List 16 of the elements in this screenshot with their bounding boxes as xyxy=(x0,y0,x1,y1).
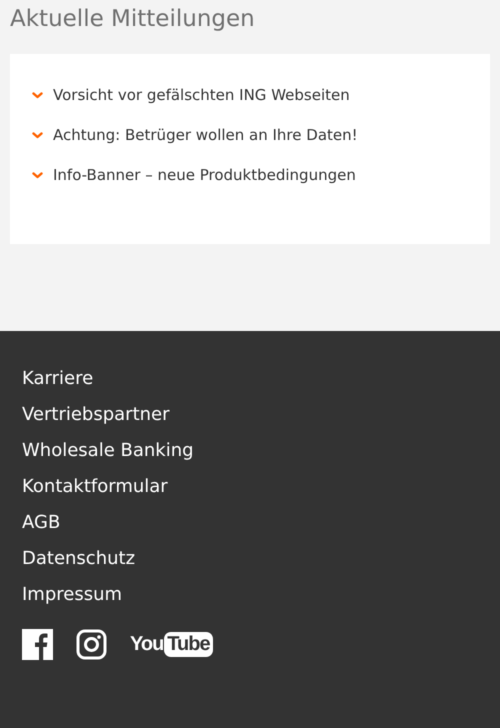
instagram-icon[interactable] xyxy=(76,629,107,660)
notice-link[interactable]: Vorsicht vor gefälschten ING Webseiten xyxy=(53,84,350,106)
footer-link[interactable]: Impressum xyxy=(22,581,122,609)
section-title: Aktuelle Mitteilungen xyxy=(10,5,256,34)
notice-link[interactable]: Achtung: Betrüger wollen an Ihre Daten! xyxy=(53,124,358,146)
footer-link[interactable]: Wholesale Banking xyxy=(22,437,194,465)
notice-link[interactable]: Info-Banner – neue Produktbedingungen xyxy=(53,164,356,186)
footer-link[interactable]: AGB xyxy=(22,509,60,537)
facebook-icon[interactable] xyxy=(22,629,53,660)
footer-link[interactable]: Vertriebspartner xyxy=(22,401,170,429)
footer-link[interactable]: Kontaktformular xyxy=(22,473,168,501)
chevron-icon xyxy=(32,132,43,138)
chevron-icon xyxy=(32,92,43,98)
footer-link[interactable]: Datenschutz xyxy=(22,545,136,573)
chevron-icon xyxy=(32,172,43,178)
footer-link[interactable]: Karriere xyxy=(22,365,94,393)
